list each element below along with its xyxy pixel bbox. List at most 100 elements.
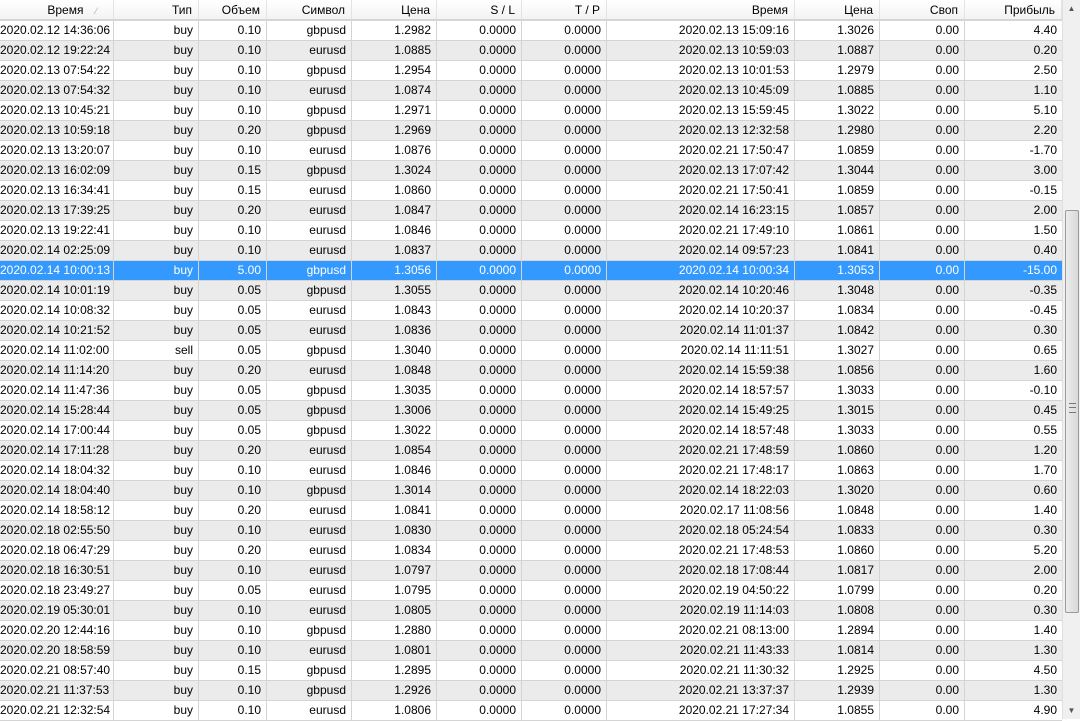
cell-profit: 0.55 bbox=[1033, 423, 1057, 437]
cell-swap: 0.00 bbox=[880, 601, 965, 620]
cell-open-time: 2020.02.14 10:01:19 bbox=[0, 281, 114, 300]
table-row[interactable]: 2020.02.13 07:54:22 buy 0.10 gbpusd 1.2954 0.… bbox=[0, 61, 1062, 81]
table-row[interactable]: 2020.02.13 19:22:41 buy 0.10 eurusd 1.0846 0.… bbox=[0, 221, 1062, 241]
table-row[interactable]: 2020.02.13 16:02:09 buy 0.15 gbpusd 1.3024 0.… bbox=[0, 161, 1062, 181]
cell-close-time: 2020.02.21 17:48:53 bbox=[607, 541, 795, 560]
table-row[interactable]: 2020.02.14 11:14:20 buy 0.20 eurusd 1.0848 0.… bbox=[0, 361, 1062, 381]
cell-profit: 3.00 bbox=[1033, 163, 1057, 177]
cell-volume: 0.10 bbox=[199, 21, 267, 40]
table-row[interactable]: 2020.02.14 02:25:09 buy 0.10 eurusd 1.0837 0.… bbox=[0, 241, 1062, 261]
cell-open-time: 2020.02.14 10:21:52 bbox=[0, 321, 114, 340]
table-row[interactable]: 2020.02.13 16:34:41 buy 0.15 eurusd 1.0860 0.… bbox=[0, 181, 1062, 201]
table-row[interactable]: 2020.02.20 12:44:16 buy 0.10 gbpusd 1.2880 0.… bbox=[0, 621, 1062, 641]
cell-open-time: 2020.02.13 10:59:18 bbox=[0, 121, 114, 140]
table-row[interactable]: 2020.02.14 18:04:40 buy 0.10 gbpusd 1.3014 0.… bbox=[0, 481, 1062, 501]
table-row[interactable]: 2020.02.18 06:47:29 buy 0.20 eurusd 1.0834 0.… bbox=[0, 541, 1062, 561]
cell-volume: 0.05 bbox=[199, 581, 267, 600]
cell-sl: 0.0000 bbox=[437, 281, 522, 300]
cell-swap: 0.00 bbox=[880, 221, 965, 240]
cell-close-price: 1.0857 bbox=[795, 201, 880, 220]
table-row[interactable]: 2020.02.18 16:30:51 buy 0.10 eurusd 1.0797 0.… bbox=[0, 561, 1062, 581]
cell-sl: 0.0000 bbox=[437, 661, 522, 680]
column-header-close-price[interactable]: Цена bbox=[795, 0, 880, 19]
cell-close-price: 1.0817 bbox=[795, 561, 880, 580]
column-header-type[interactable]: Тип bbox=[114, 0, 199, 19]
scroll-up-arrow-icon[interactable]: ▲ bbox=[1063, 0, 1080, 17]
table-row[interactable]: 2020.02.14 10:00:13 buy 5.00 gbpusd 1.3056 0.… bbox=[0, 261, 1062, 281]
cell-profit: 4.90 bbox=[1033, 703, 1057, 717]
table-row[interactable]: 2020.02.13 10:45:21 buy 0.10 gbpusd 1.2971 0.… bbox=[0, 101, 1062, 121]
cell-volume: 0.10 bbox=[199, 461, 267, 480]
table-row[interactable]: 2020.02.21 11:37:53 buy 0.10 gbpusd 1.2926 0.… bbox=[0, 681, 1062, 701]
table-row[interactable]: 2020.02.14 10:21:52 buy 0.05 eurusd 1.0836 0.… bbox=[0, 321, 1062, 341]
table-row[interactable]: 2020.02.14 17:00:44 buy 0.05 gbpusd 1.3022 0.… bbox=[0, 421, 1062, 441]
table-row[interactable]: 2020.02.14 18:58:12 buy 0.20 eurusd 1.0841 0.… bbox=[0, 501, 1062, 521]
table-row[interactable]: 2020.02.14 11:02:00 sell 0.05 gbpusd 1.3040 0… bbox=[0, 341, 1062, 361]
cell-volume: 0.10 bbox=[199, 81, 267, 100]
cell-sl: 0.0000 bbox=[437, 181, 522, 200]
table-row[interactable]: 2020.02.14 15:28:44 buy 0.05 gbpusd 1.3006 0.… bbox=[0, 401, 1062, 421]
cell-open-price: 1.3022 bbox=[352, 421, 437, 440]
scroll-down-arrow-icon[interactable]: ▼ bbox=[1063, 702, 1080, 719]
cell-open-time: 2020.02.14 02:25:09 bbox=[0, 241, 114, 260]
cell-type: buy bbox=[114, 221, 199, 240]
cell-open-price: 1.0841 bbox=[352, 501, 437, 520]
cell-open-time: 2020.02.21 12:32:54 bbox=[0, 701, 114, 720]
cell-profit: 1.50 bbox=[1033, 223, 1057, 237]
table-row[interactable]: 2020.02.21 08:57:40 buy 0.15 gbpusd 1.2895 0.… bbox=[0, 661, 1062, 681]
cell-symbol: eurusd bbox=[267, 461, 352, 480]
cell-tp: 0.0000 bbox=[522, 21, 607, 40]
table-row[interactable]: 2020.02.13 17:39:25 buy 0.20 eurusd 1.0847 0.… bbox=[0, 201, 1062, 221]
column-header-swap[interactable]: Своп bbox=[880, 0, 965, 19]
column-header-sl[interactable]: S / L bbox=[437, 0, 522, 19]
cell-open-price: 1.0885 bbox=[352, 41, 437, 60]
cell-open-price: 1.0843 bbox=[352, 301, 437, 320]
cell-close-price: 1.3022 bbox=[795, 101, 880, 120]
column-header-close-time[interactable]: Время bbox=[607, 0, 795, 19]
table-row[interactable]: 2020.02.14 10:08:32 buy 0.05 eurusd 1.0843 0.… bbox=[0, 301, 1062, 321]
cell-close-price: 1.0808 bbox=[795, 601, 880, 620]
table-row[interactable]: 2020.02.13 07:54:32 buy 0.10 eurusd 1.0874 0.… bbox=[0, 81, 1062, 101]
column-header-open-price[interactable]: Цена bbox=[352, 0, 437, 19]
table-row[interactable]: 2020.02.18 02:55:50 buy 0.10 eurusd 1.0830 0.… bbox=[0, 521, 1062, 541]
column-header-tp[interactable]: T / P bbox=[522, 0, 607, 19]
cell-open-price: 1.0797 bbox=[352, 561, 437, 580]
cell-open-time: 2020.02.14 18:58:12 bbox=[0, 501, 114, 520]
vertical-scrollbar[interactable]: ▲ ▼ bbox=[1062, 0, 1080, 719]
column-header-open-time[interactable]: Время ⁄ bbox=[0, 0, 114, 19]
table-row[interactable]: 2020.02.14 17:11:28 buy 0.20 eurusd 1.0854 0.… bbox=[0, 441, 1062, 461]
cell-swap: 0.00 bbox=[880, 301, 965, 320]
cell-volume: 0.15 bbox=[199, 661, 267, 680]
column-header-profit[interactable]: Прибыль bbox=[965, 0, 1062, 19]
column-header-symbol[interactable]: Символ bbox=[267, 0, 352, 19]
table-row[interactable]: 2020.02.12 19:22:24 buy 0.10 eurusd 1.0885 0.… bbox=[0, 41, 1062, 61]
cell-close-time: 2020.02.13 10:59:03 bbox=[607, 41, 795, 60]
cell-swap: 0.00 bbox=[880, 141, 965, 160]
cell-close-time: 2020.02.21 17:50:41 bbox=[607, 181, 795, 200]
cell-open-price: 1.0860 bbox=[352, 181, 437, 200]
table-row[interactable]: 2020.02.12 14:36:06 buy 0.10 gbpusd 1.2982 0.… bbox=[0, 21, 1062, 41]
table-row[interactable]: 2020.02.18 23:49:27 buy 0.05 eurusd 1.0795 0.… bbox=[0, 581, 1062, 601]
scrollbar-thumb[interactable] bbox=[1065, 210, 1079, 613]
cell-open-time: 2020.02.14 11:02:00 bbox=[0, 341, 114, 360]
cell-type: buy bbox=[114, 141, 199, 160]
table-row[interactable]: 2020.02.21 12:32:54 buy 0.10 eurusd 1.0806 0.… bbox=[0, 701, 1062, 721]
table-row[interactable]: 2020.02.20 18:58:59 buy 0.10 eurusd 1.0801 0.… bbox=[0, 641, 1062, 661]
cell-type: buy bbox=[114, 181, 199, 200]
table-row[interactable]: 2020.02.14 18:04:32 buy 0.10 eurusd 1.0846 0.… bbox=[0, 461, 1062, 481]
cell-tp: 0.0000 bbox=[522, 361, 607, 380]
column-header-volume[interactable]: Объем bbox=[199, 0, 267, 19]
cell-close-time: 2020.02.13 17:07:42 bbox=[607, 161, 795, 180]
table-row[interactable]: 2020.02.13 13:20:07 buy 0.10 eurusd 1.0876 0.… bbox=[0, 141, 1062, 161]
table-row[interactable]: 2020.02.19 05:30:01 buy 0.10 eurusd 1.0805 0.… bbox=[0, 601, 1062, 621]
cell-profit: 5.20 bbox=[1033, 543, 1057, 557]
cell-type: buy bbox=[114, 81, 199, 100]
cell-symbol: gbpusd bbox=[267, 281, 352, 300]
table-row[interactable]: 2020.02.14 11:47:36 buy 0.05 gbpusd 1.3035 0.… bbox=[0, 381, 1062, 401]
cell-tp: 0.0000 bbox=[522, 201, 607, 220]
table-row[interactable]: 2020.02.13 10:59:18 buy 0.20 gbpusd 1.2969 0.… bbox=[0, 121, 1062, 141]
table-row[interactable]: 2020.02.14 10:01:19 buy 0.05 gbpusd 1.3055 0.… bbox=[0, 281, 1062, 301]
table-body: 2020.02.12 14:36:06 buy 0.10 gbpusd 1.2982 0.… bbox=[0, 21, 1062, 721]
cell-open-time: 2020.02.14 15:28:44 bbox=[0, 401, 114, 420]
cell-sl: 0.0000 bbox=[437, 441, 522, 460]
